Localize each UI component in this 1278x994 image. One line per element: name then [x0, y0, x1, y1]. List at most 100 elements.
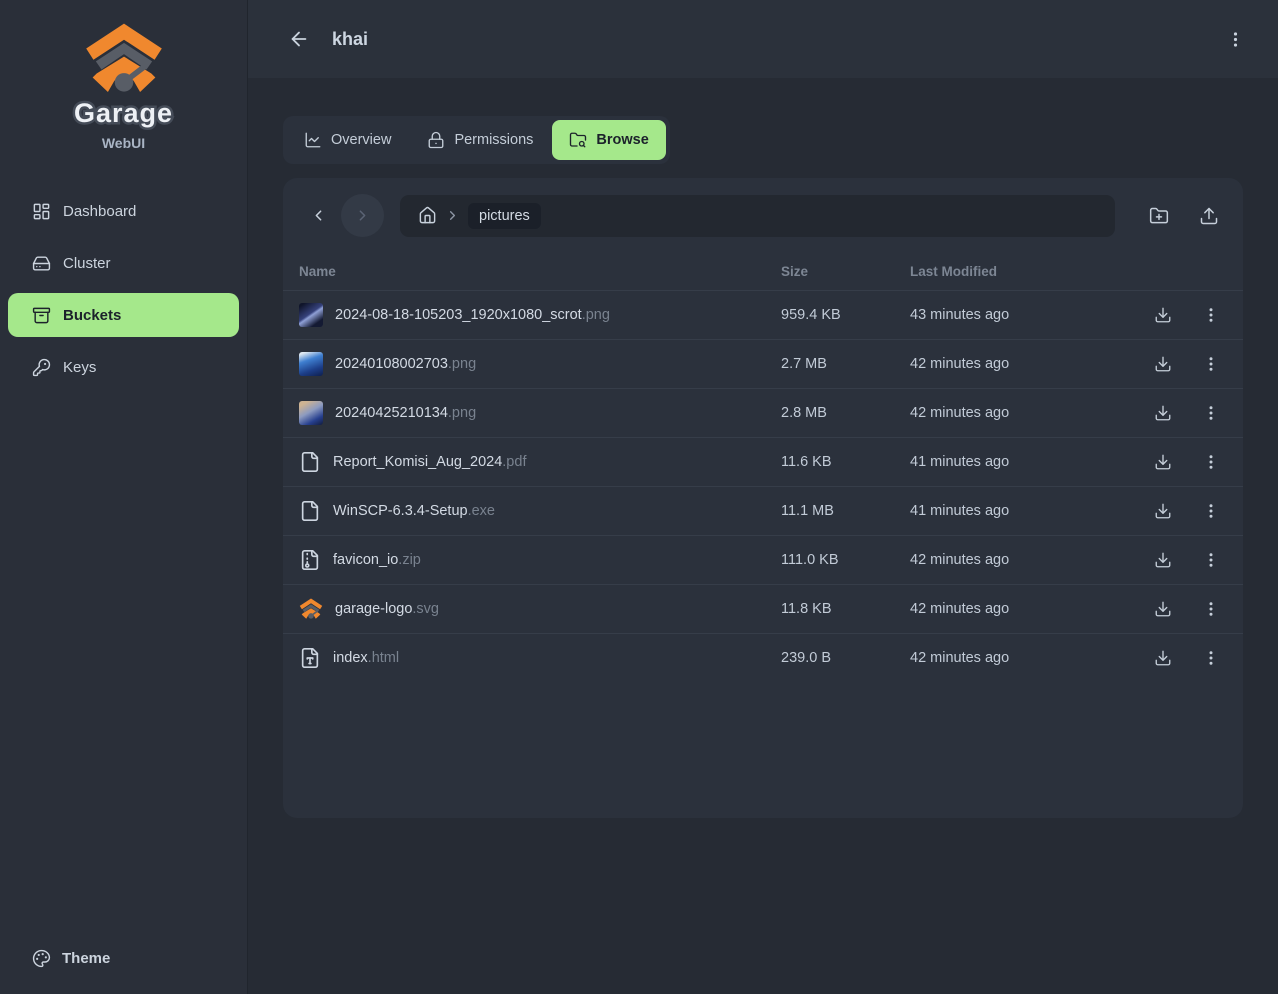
- kebab-icon: [1202, 551, 1220, 569]
- table-row[interactable]: 20240108002703.png 2.7 MB 42 minutes ago: [283, 339, 1243, 388]
- table-row[interactable]: 2024-08-18-105203_1920x1080_scrot.png 95…: [283, 290, 1243, 339]
- app-title: Garage: [74, 98, 173, 129]
- tab-label: Permissions: [454, 132, 533, 148]
- download-button[interactable]: [1145, 444, 1181, 480]
- file-basename: WinSCP-6.3.4-Setup: [333, 503, 468, 519]
- download-button[interactable]: [1145, 591, 1181, 627]
- breadcrumb[interactable]: pictures: [400, 195, 1115, 237]
- download-icon: [1154, 649, 1172, 667]
- row-menu-button[interactable]: [1193, 395, 1229, 431]
- download-button[interactable]: [1145, 542, 1181, 578]
- file-extension: .zip: [398, 552, 421, 568]
- tab-browse[interactable]: Browse: [552, 120, 665, 160]
- kebab-icon: [1226, 30, 1245, 49]
- table-row[interactable]: Report_Komisi_Aug_2024.pdf 11.6 KB 41 mi…: [283, 437, 1243, 486]
- file-size: 2.7 MB: [781, 356, 910, 372]
- download-icon: [1154, 355, 1172, 373]
- row-actions: [1119, 395, 1229, 431]
- bucket-menu-button[interactable]: [1218, 22, 1252, 56]
- sidebar-item-label: Buckets: [63, 307, 121, 324]
- tab-permissions[interactable]: Permissions: [410, 120, 550, 160]
- table-row[interactable]: index.html 239.0 B 42 minutes ago: [283, 633, 1243, 682]
- file-extension: .png: [448, 356, 476, 372]
- file-basename: 2024-08-18-105203_1920x1080_scrot: [335, 307, 582, 323]
- sidebar-item-cluster[interactable]: Cluster: [8, 241, 239, 285]
- row-menu-button[interactable]: [1193, 297, 1229, 333]
- download-button[interactable]: [1145, 297, 1181, 333]
- file-basename: 20240425210134: [335, 405, 448, 421]
- sidebar-item-label: Dashboard: [63, 203, 136, 220]
- row-actions: [1119, 640, 1229, 676]
- table-row[interactable]: garage-logo.svg 11.8 KB 42 minutes ago: [283, 584, 1243, 633]
- dashboard-icon: [32, 202, 51, 221]
- download-button[interactable]: [1145, 640, 1181, 676]
- file-name-cell: index.html: [299, 647, 781, 669]
- hard-drive-icon: [32, 254, 51, 273]
- row-menu-button[interactable]: [1193, 346, 1229, 382]
- file-modified: 42 minutes ago: [910, 405, 1119, 421]
- file-name-cell: 20240425210134.png: [299, 401, 781, 425]
- row-menu-button[interactable]: [1193, 542, 1229, 578]
- nav-back-button[interactable]: [299, 195, 337, 237]
- file-thumbnail: [299, 597, 323, 621]
- file-name-cell: WinSCP-6.3.4-Setup.exe: [299, 500, 781, 522]
- sidebar-item-dashboard[interactable]: Dashboard: [8, 189, 239, 233]
- key-icon: [32, 358, 51, 377]
- logo-block: Garage WebUI: [0, 0, 247, 159]
- file-table: Name Size Last Modified 2024-08-18-10520…: [283, 253, 1243, 682]
- tab-overview[interactable]: Overview: [287, 120, 408, 160]
- file-archive-icon: [299, 549, 321, 571]
- file-modified: 41 minutes ago: [910, 454, 1119, 470]
- row-actions: [1119, 493, 1229, 529]
- column-header-name: Name: [299, 264, 781, 279]
- main-area: khai Overview Permissions Browse: [248, 0, 1278, 994]
- file-extension: .png: [448, 405, 476, 421]
- chevron-right-icon: [354, 207, 371, 224]
- home-icon[interactable]: [418, 206, 437, 225]
- file-thumbnail: [299, 352, 323, 376]
- row-menu-button[interactable]: [1193, 640, 1229, 676]
- table-body: 2024-08-18-105203_1920x1080_scrot .png 95…: [283, 290, 1243, 682]
- browse-panel: pictures Name Size Last Modified: [283, 178, 1243, 818]
- chart-line-icon: [304, 131, 322, 149]
- download-button[interactable]: [1145, 493, 1181, 529]
- download-icon: [1154, 502, 1172, 520]
- chevron-right-icon: [445, 208, 460, 223]
- row-menu-button[interactable]: [1193, 444, 1229, 480]
- file-size: 11.1 MB: [781, 503, 910, 519]
- file-size: 239.0 B: [781, 650, 910, 666]
- download-button[interactable]: [1145, 346, 1181, 382]
- back-button[interactable]: [282, 22, 316, 56]
- file-basename: index: [333, 650, 368, 666]
- file-icon: [299, 500, 321, 522]
- file-thumbnail: [299, 401, 323, 425]
- column-header-size: Size: [781, 264, 910, 279]
- nav-forward-button[interactable]: [341, 194, 384, 237]
- garage-logo-icon: [299, 598, 323, 620]
- download-icon: [1154, 453, 1172, 471]
- download-icon: [1154, 306, 1172, 324]
- kebab-icon: [1202, 502, 1220, 520]
- table-row[interactable]: WinSCP-6.3.4-Setup.exe 11.1 MB 41 minute…: [283, 486, 1243, 535]
- kebab-icon: [1202, 453, 1220, 471]
- table-row[interactable]: favicon_io.zip 111.0 KB 42 minutes ago: [283, 535, 1243, 584]
- palette-icon: [32, 949, 51, 968]
- sidebar-item-keys[interactable]: Keys: [8, 345, 239, 389]
- file-name-cell: Report_Komisi_Aug_2024.pdf: [299, 451, 781, 473]
- browse-toolbar: pictures: [283, 178, 1243, 253]
- breadcrumb-folder-chip[interactable]: pictures: [468, 203, 541, 229]
- content: Overview Permissions Browse: [248, 78, 1278, 994]
- table-row[interactable]: 20240425210134.png 2.8 MB 42 minutes ago: [283, 388, 1243, 437]
- upload-button[interactable]: [1189, 196, 1229, 236]
- file-size: 959.4 KB: [781, 307, 910, 323]
- row-menu-button[interactable]: [1193, 591, 1229, 627]
- folder-plus-icon: [1149, 206, 1169, 226]
- new-folder-button[interactable]: [1139, 196, 1179, 236]
- page-header: khai: [248, 0, 1278, 78]
- sidebar-item-buckets[interactable]: Buckets: [8, 293, 239, 337]
- toolbar-actions: [1139, 196, 1229, 236]
- download-button[interactable]: [1145, 395, 1181, 431]
- lock-icon: [427, 131, 445, 149]
- theme-button[interactable]: Theme: [8, 936, 239, 980]
- row-menu-button[interactable]: [1193, 493, 1229, 529]
